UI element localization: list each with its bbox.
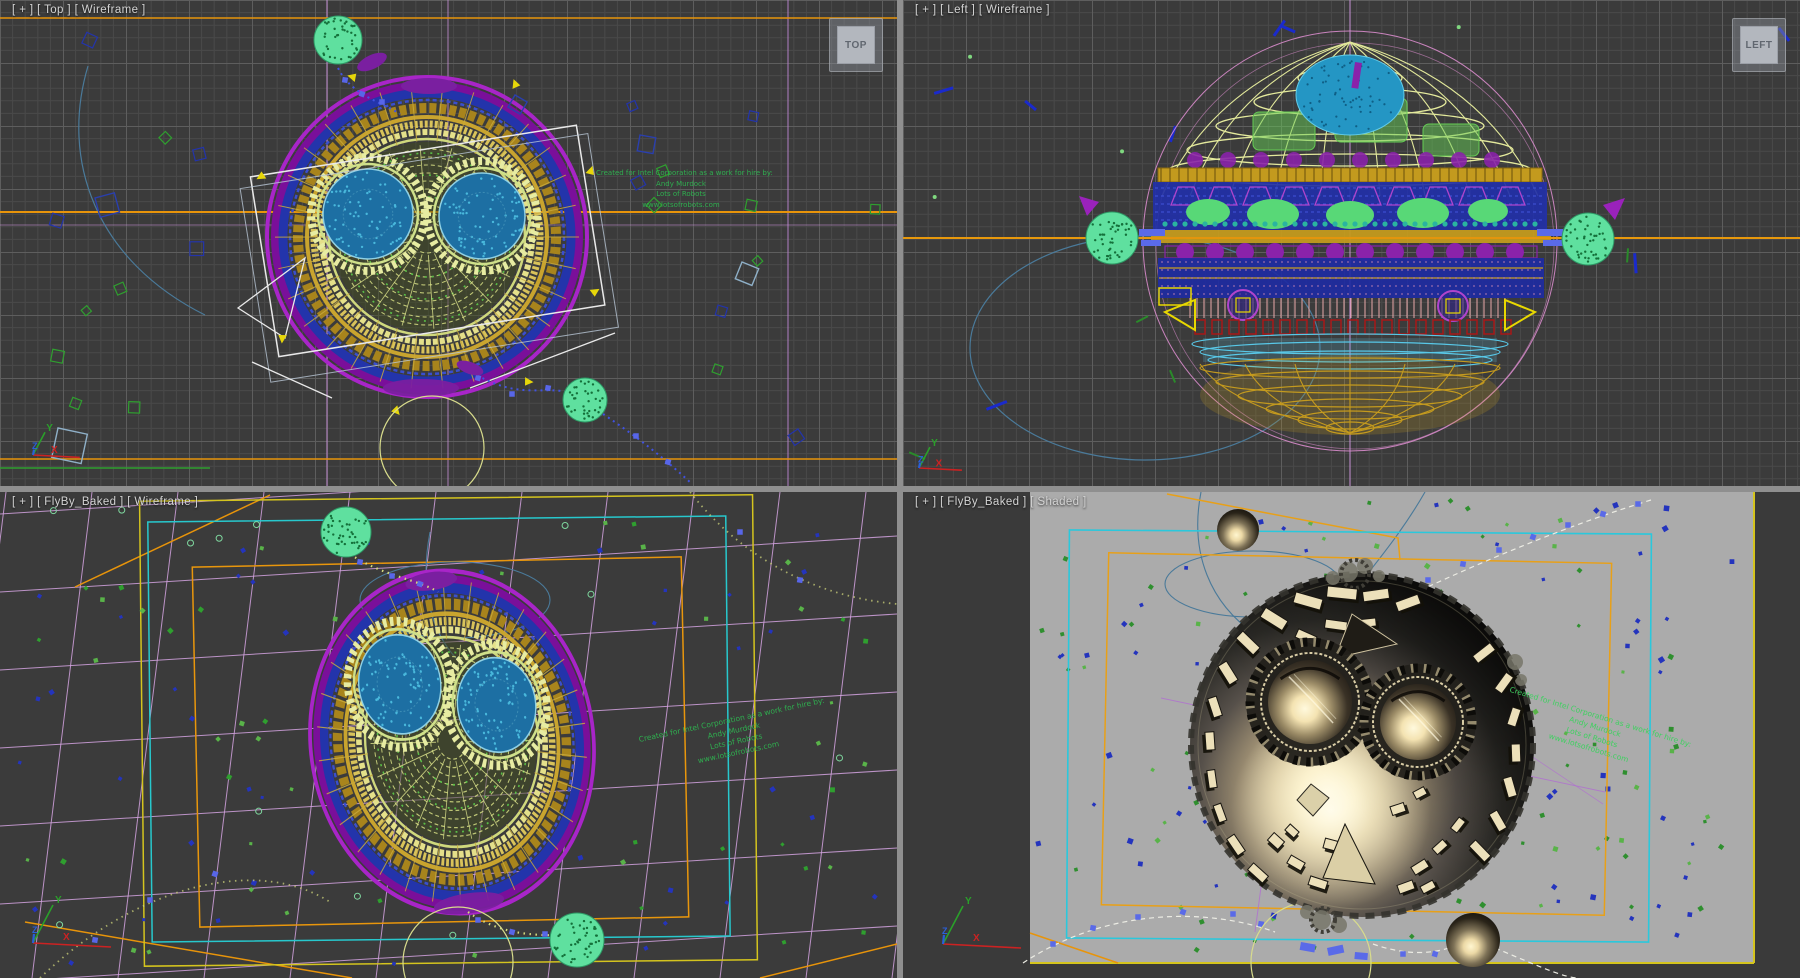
svg-text:Y: Y bbox=[931, 438, 938, 449]
small-sphere-object[interactable] bbox=[1446, 913, 1500, 967]
viewport-left[interactable]: YX Z [ + ] [ Left ] [ Wireframe ] LEFT bbox=[903, 0, 1800, 486]
viewport-label[interactable]: [ + ] [ Left ] [ Wireframe ] bbox=[915, 4, 1050, 16]
viewport-flyby-wireframe[interactable]: YXZ [ + ] [ FlyBy_Baked ] [ Wireframe ] … bbox=[0, 492, 897, 978]
svg-text:X: X bbox=[973, 933, 980, 944]
green-ball-object[interactable] bbox=[550, 913, 604, 967]
svg-text:X: X bbox=[51, 445, 58, 456]
green-ball-object[interactable] bbox=[321, 507, 371, 557]
viewcube-label: TOP bbox=[845, 40, 867, 51]
svg-text:Z: Z bbox=[32, 925, 38, 935]
small-sphere-object[interactable] bbox=[1217, 509, 1259, 551]
green-ball-object[interactable] bbox=[1086, 212, 1138, 264]
svg-text:X: X bbox=[63, 932, 70, 943]
viewport-label[interactable]: [ + ] [ FlyBy_Baked ] [ Shaded ] bbox=[915, 496, 1087, 508]
svg-text:Z: Z bbox=[32, 441, 38, 451]
viewport-label[interactable]: [ + ] [ Top ] [ Wireframe ] bbox=[12, 4, 146, 16]
green-ball-object[interactable] bbox=[314, 16, 362, 64]
viewport-canvas-left[interactable]: YX Z bbox=[903, 0, 1800, 486]
svg-text:Z: Z bbox=[918, 455, 924, 465]
viewport-label[interactable]: [ + ] [ FlyBy_Baked ] [ Wireframe ] bbox=[12, 496, 198, 508]
svg-text:Y: Y bbox=[965, 896, 972, 907]
svg-text:Z: Z bbox=[942, 926, 948, 936]
viewport-layout: YXZ [ + ] [ Top ] [ Wireframe ] TOP Crea… bbox=[0, 0, 1800, 978]
green-ball-object[interactable] bbox=[563, 378, 607, 422]
viewport-top[interactable]: YX Z [ + ] [ Top ] [ Wireframe ] TOP Crea… bbox=[0, 0, 897, 486]
svg-text:Y: Y bbox=[55, 895, 62, 906]
viewcube-face[interactable]: TOP bbox=[837, 26, 875, 64]
viewcube-face[interactable]: LEFT bbox=[1740, 26, 1778, 64]
viewport-flyby-shaded[interactable]: YXZ [ + ] [ FlyBy_Baked ] [ Shaded ] Cre… bbox=[903, 492, 1800, 978]
viewcube[interactable]: TOP bbox=[829, 18, 883, 72]
viewport-canvas-top[interactable]: YX Z bbox=[0, 0, 897, 486]
svg-text:Y: Y bbox=[46, 423, 53, 434]
viewcube-label: LEFT bbox=[1746, 40, 1773, 51]
viewcube[interactable]: LEFT bbox=[1732, 18, 1786, 72]
wireframe-sphere-object[interactable] bbox=[267, 77, 587, 397]
svg-text:X: X bbox=[936, 458, 943, 469]
scene-credit-text: Created for Intel Corporation as a work … bbox=[596, 168, 766, 210]
green-ball-object[interactable] bbox=[1562, 213, 1614, 265]
